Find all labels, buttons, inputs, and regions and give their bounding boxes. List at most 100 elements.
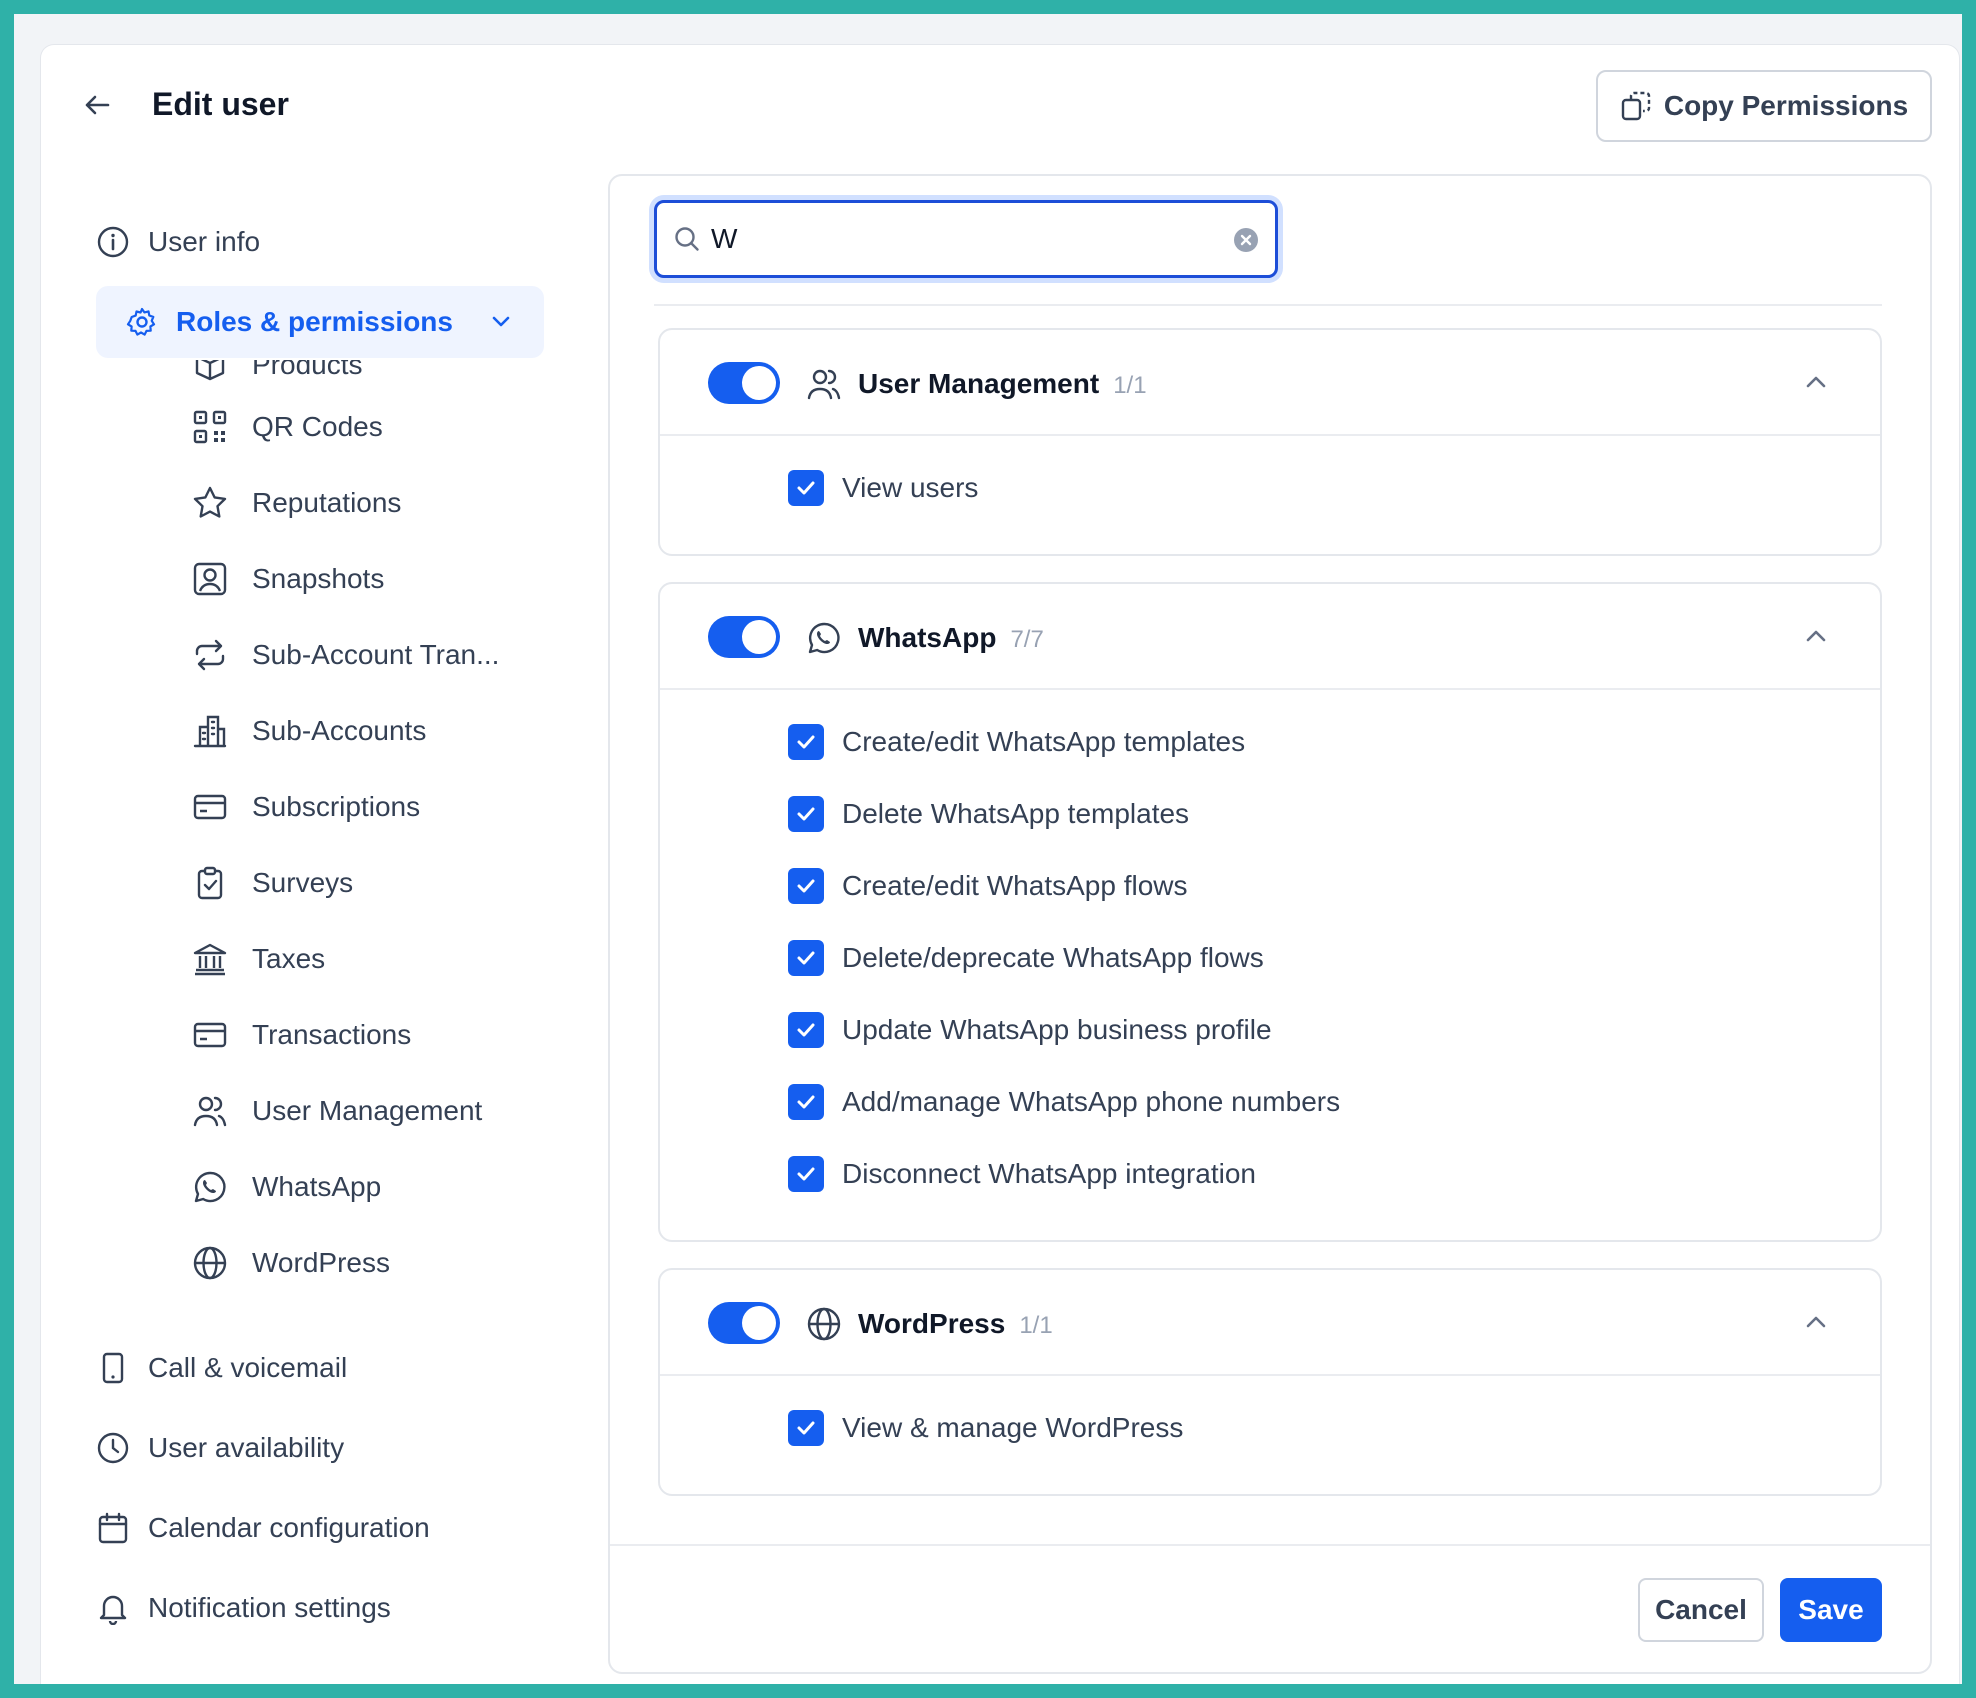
- bank-icon: [190, 939, 230, 979]
- chevron-down-icon: [492, 316, 510, 327]
- nav-call-voicemail[interactable]: Call & voicemail: [96, 1343, 347, 1393]
- chevron-up-icon[interactable]: [1802, 622, 1830, 650]
- whatsapp-icon: [190, 1167, 230, 1207]
- sidebar-item-products[interactable]: Products: [190, 360, 363, 390]
- clock-icon: [97, 1432, 129, 1464]
- nav-user-info[interactable]: User info: [96, 217, 260, 267]
- group-title-text: WhatsApp: [858, 622, 997, 653]
- clear-search-icon[interactable]: [1233, 227, 1259, 253]
- search-icon: [675, 227, 699, 251]
- nav-notification-settings-label: Notification settings: [148, 1592, 391, 1623]
- group-title: User Management 1/1: [858, 368, 1147, 400]
- sidebar-item-label: Taxes: [252, 943, 326, 974]
- sidebar-item-label: Reputations: [252, 487, 402, 518]
- group-toggle[interactable]: [708, 616, 780, 658]
- group-title: WordPress 1/1: [858, 1308, 1053, 1340]
- sidebar-item-label: Products: [252, 360, 363, 380]
- sidebar-item-label: Transactions: [252, 1019, 412, 1050]
- globe-icon: [804, 1304, 844, 1344]
- permission-item[interactable]: Add/manage WhatsApp phone numbers: [788, 1082, 1340, 1122]
- group-toggle[interactable]: [708, 1302, 780, 1344]
- group-title-text: WordPress: [858, 1308, 1006, 1339]
- page-title: Edit user: [152, 86, 289, 122]
- permission-label: Disconnect WhatsApp integration: [842, 1158, 1256, 1189]
- info-icon: [97, 226, 129, 258]
- permission-group-whatsapp: WhatsApp 7/7 Create/edit WhatsApp templat…: [658, 582, 1882, 1242]
- checkbox-checked-icon[interactable]: [788, 1012, 824, 1048]
- sidebar-item-reputations[interactable]: Reputations: [190, 478, 401, 528]
- sidebar-item-surveys[interactable]: Surveys: [190, 858, 353, 908]
- sidebar-item-label: WordPress: [252, 1247, 390, 1278]
- copy-icon: [1621, 91, 1651, 121]
- save-button[interactable]: Save: [1780, 1578, 1882, 1642]
- sidebar-item-label: Sub-Accounts: [252, 715, 427, 746]
- chevron-up-icon[interactable]: [1802, 368, 1830, 396]
- sidebar-item-transactions[interactable]: Transactions: [190, 1010, 411, 1060]
- group-header: WordPress 1/1: [660, 1270, 1880, 1376]
- sidebar-item-sub-accounts[interactable]: Sub-Accounts: [190, 706, 426, 756]
- checkbox-checked-icon[interactable]: [788, 724, 824, 760]
- sidebar-item-snapshots[interactable]: Snapshots: [190, 554, 384, 604]
- sidebar-item-taxes[interactable]: Taxes: [190, 934, 325, 984]
- permission-label: View users: [842, 472, 979, 503]
- permission-search: [654, 200, 1278, 278]
- copy-permissions-button[interactable]: Copy Permissions: [1596, 70, 1932, 142]
- transfer-icon: [190, 635, 230, 675]
- checkbox-checked-icon[interactable]: [788, 470, 824, 506]
- permission-item[interactable]: Delete/deprecate WhatsApp flows: [788, 938, 1264, 978]
- footer-divider: [610, 1544, 1930, 1546]
- group-count: 1/1: [1019, 1312, 1053, 1339]
- checkbox-checked-icon[interactable]: [788, 1410, 824, 1446]
- sidebar-item-whatsapp[interactable]: WhatsApp: [190, 1162, 381, 1212]
- permission-item[interactable]: View & manage WordPress: [788, 1408, 1183, 1448]
- group-title-text: User Management: [858, 368, 1100, 399]
- group-toggle[interactable]: [708, 362, 780, 404]
- permission-label: Create/edit WhatsApp flows: [842, 870, 1188, 901]
- box-icon: [190, 360, 230, 385]
- sidebar-item-sub-account-transfer[interactable]: Sub-Account Tran...: [190, 630, 499, 680]
- permission-item[interactable]: Create/edit WhatsApp templates: [788, 722, 1245, 762]
- cancel-button[interactable]: Cancel: [1638, 1578, 1764, 1642]
- sidebar-item-qr-codes[interactable]: QR Codes: [190, 402, 383, 452]
- checkbox-checked-icon[interactable]: [788, 940, 824, 976]
- permission-item[interactable]: Disconnect WhatsApp integration: [788, 1154, 1256, 1194]
- checkbox-checked-icon[interactable]: [788, 1156, 824, 1192]
- back-button[interactable]: [82, 90, 112, 120]
- sidebar-item-label: Sub-Account Tran...: [252, 639, 500, 670]
- credit-card-icon: [190, 1015, 230, 1055]
- chevron-up-icon[interactable]: [1802, 1308, 1830, 1336]
- sidebar-item-label: User Management: [252, 1095, 483, 1126]
- sidebar-item-user-management[interactable]: User Management: [190, 1086, 482, 1136]
- nav-user-availability[interactable]: User availability: [96, 1423, 344, 1473]
- search-input[interactable]: [711, 223, 1181, 255]
- nav-roles-permissions[interactable]: Roles & permissions: [96, 286, 544, 358]
- calendar-icon: [98, 1512, 128, 1544]
- sidebar-item-label: Surveys: [252, 867, 354, 898]
- building-icon: [190, 711, 230, 751]
- nav-notification-settings[interactable]: Notification settings: [96, 1583, 391, 1633]
- sidebar-item-label: WhatsApp: [252, 1171, 382, 1202]
- gear-icon: [126, 307, 156, 336]
- sidebar-item-wordpress[interactable]: WordPress: [190, 1238, 390, 1288]
- checkbox-checked-icon[interactable]: [788, 1084, 824, 1120]
- users-icon: [804, 364, 844, 404]
- permission-item[interactable]: Update WhatsApp business profile: [788, 1010, 1272, 1050]
- nav-user-info-label: User info: [148, 226, 261, 257]
- clipboard-check-icon: [190, 863, 230, 903]
- permission-item[interactable]: View users: [788, 468, 978, 508]
- group-count: 1/1: [1113, 372, 1147, 399]
- sidebar-item-label: Snapshots: [252, 563, 385, 594]
- checkbox-checked-icon[interactable]: [788, 868, 824, 904]
- permission-category-list: Products QR Codes Reputations Snapshots …: [190, 360, 530, 1320]
- permission-item[interactable]: Create/edit WhatsApp flows: [788, 866, 1188, 906]
- permission-label: Add/manage WhatsApp phone numbers: [842, 1086, 1341, 1117]
- nav-calendar-configuration[interactable]: Calendar configuration: [96, 1503, 430, 1553]
- group-title: WhatsApp 7/7: [858, 622, 1044, 654]
- sidebar-item-subscriptions[interactable]: Subscriptions: [190, 782, 420, 832]
- qr-code-icon: [190, 407, 230, 447]
- checkbox-checked-icon[interactable]: [788, 796, 824, 832]
- permission-label: Create/edit WhatsApp templates: [842, 726, 1246, 757]
- phone-icon: [102, 1352, 124, 1384]
- nav-call-voicemail-label: Call & voicemail: [148, 1352, 348, 1383]
- permission-item[interactable]: Delete WhatsApp templates: [788, 794, 1189, 834]
